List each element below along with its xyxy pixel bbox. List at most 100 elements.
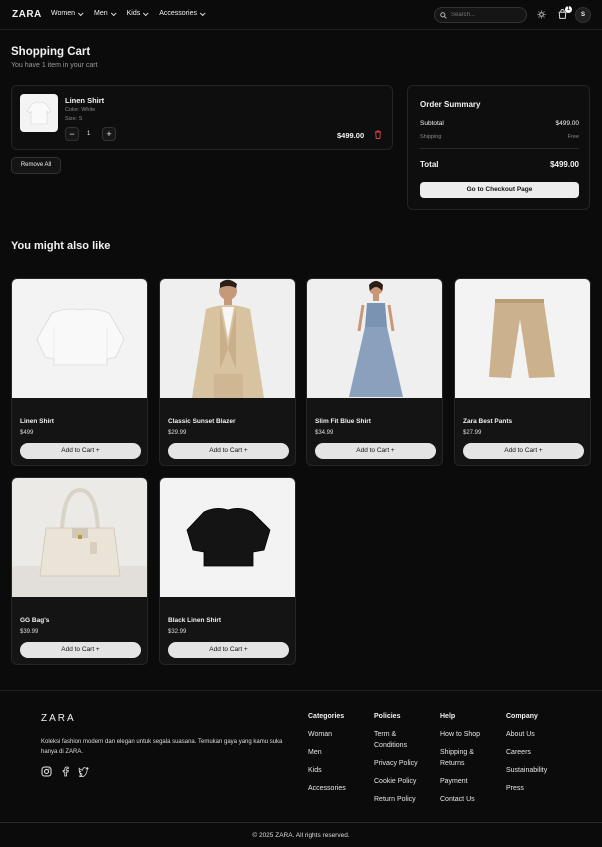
footer-col-title: Policies: [374, 713, 401, 720]
product-price: $32.99: [168, 629, 187, 635]
search-icon: [440, 11, 447, 19]
footer-logo[interactable]: ZARA: [41, 713, 76, 724]
product-price: $499: [20, 430, 34, 436]
footer-link[interactable]: Woman: [308, 729, 370, 740]
footer-col-company: Company About Us Careers Sustainability …: [506, 713, 568, 801]
product-card[interactable]: Black Linen Shirt $32.99 Add to Cart +: [159, 477, 296, 665]
top-navbar: ZARA Women Men Kids Accessories 1 S: [0, 0, 602, 30]
footer-link[interactable]: Press: [506, 783, 568, 794]
main-menu: Women Men Kids Accessories: [51, 9, 206, 17]
product-image: [12, 279, 147, 398]
cart-count-badge: 1: [565, 6, 572, 13]
product-image: [160, 478, 295, 597]
product-price: $29.99: [168, 430, 187, 436]
footer: ZARA Koleksi fashion modern dan elegan u…: [0, 690, 602, 847]
footer-link[interactable]: Payment: [440, 776, 502, 787]
product-name: Black Linen Shirt: [168, 617, 222, 624]
footer-link[interactable]: About Us: [506, 729, 568, 740]
add-to-cart-button[interactable]: Add to Cart +: [20, 642, 141, 658]
search-box[interactable]: [434, 7, 527, 23]
product-name: Slim Fit Blue Shirt: [315, 418, 371, 425]
product-price: $39.99: [20, 629, 39, 635]
product-price: $27.99: [463, 430, 482, 436]
footer-link[interactable]: Cookie Policy: [374, 776, 436, 787]
product-name: Linen Shirt: [20, 418, 54, 425]
chevron-down-icon: [143, 9, 149, 16]
shipping-row: Shipping Free: [420, 134, 579, 140]
recommend-title: You might also like: [11, 240, 111, 252]
cart-item-image: [20, 94, 58, 132]
cart-item-name[interactable]: Linen Shirt: [65, 96, 104, 105]
cart-subtitle: You have 1 item in your cart: [11, 62, 98, 69]
add-to-cart-button[interactable]: Add to Cart +: [463, 443, 584, 459]
add-to-cart-button[interactable]: Add to Cart +: [168, 443, 289, 459]
chevron-down-icon: [110, 9, 117, 16]
footer-link[interactable]: Contact Us: [440, 794, 502, 805]
search-input[interactable]: [451, 12, 521, 18]
total-value: $499.00: [550, 160, 579, 169]
total-label: Total: [420, 160, 439, 169]
quantity-increase-button[interactable]: +: [102, 127, 116, 141]
product-image: [160, 279, 295, 398]
product-name: Zara Best Pants: [463, 418, 513, 425]
order-summary-panel: Order Summary Subtotal $499.00 Shipping …: [407, 85, 590, 210]
footer-col-policies: Policies Term & Conditions Privacy Polic…: [374, 713, 436, 812]
cart-item: Linen Shirt Color: White Size: S − 1 + $…: [11, 85, 393, 150]
footer-col-help: Help How to Shop Shipping & Returns Paym…: [440, 713, 502, 812]
shirt-image: [26, 101, 52, 125]
theme-toggle-icon[interactable]: [537, 10, 546, 19]
order-summary-title: Order Summary: [420, 100, 481, 109]
footer-col-title: Categories: [308, 713, 345, 720]
cart-item-size: Size: S: [65, 116, 83, 122]
instagram-icon[interactable]: [41, 766, 52, 777]
footer-link[interactable]: Sustainability: [506, 765, 568, 776]
footer-link[interactable]: Accessories: [308, 783, 370, 794]
footer-link[interactable]: Term & Conditions: [374, 729, 422, 751]
page-title: Shopping Cart: [11, 46, 91, 58]
quantity-decrease-button[interactable]: −: [65, 127, 79, 141]
product-card[interactable]: Classic Sunset Blazer $29.99 Add to Cart…: [159, 278, 296, 466]
chevron-down-icon: [199, 9, 206, 16]
subtotal-row: Subtotal $499.00: [420, 120, 579, 127]
menu-men[interactable]: Men: [94, 9, 117, 17]
checkout-button[interactable]: Go to Checkout Page: [420, 182, 579, 198]
subtotal-value: $499.00: [555, 120, 580, 127]
subtotal-label: Subtotal: [420, 120, 444, 127]
product-image: [307, 279, 442, 398]
footer-link[interactable]: How to Shop: [440, 729, 502, 740]
product-image: [455, 279, 590, 398]
add-to-cart-button[interactable]: Add to Cart +: [20, 443, 141, 459]
add-to-cart-button[interactable]: Add to Cart +: [315, 443, 436, 459]
brand-logo[interactable]: ZARA: [12, 9, 42, 20]
menu-accessories[interactable]: Accessories: [159, 9, 206, 17]
product-card[interactable]: Linen Shirt $499 Add to Cart +: [11, 278, 148, 466]
shipping-label: Shipping: [420, 134, 442, 140]
add-to-cart-button[interactable]: Add to Cart +: [168, 642, 289, 658]
remove-all-button[interactable]: Remove All: [11, 157, 61, 174]
product-image: [12, 478, 147, 597]
footer-link[interactable]: Kids: [308, 765, 370, 776]
cart-item-color: Color: White: [65, 107, 96, 113]
menu-women[interactable]: Women: [51, 9, 84, 17]
product-card[interactable]: Zara Best Pants $27.99 Add to Cart +: [454, 278, 591, 466]
divider: [420, 148, 579, 149]
footer-link[interactable]: Return Policy: [374, 794, 436, 805]
user-avatar[interactable]: S: [575, 7, 591, 23]
total-row: Total $499.00: [420, 160, 579, 169]
menu-kids[interactable]: Kids: [127, 9, 149, 17]
facebook-icon[interactable]: [60, 766, 71, 777]
product-card[interactable]: Slim Fit Blue Shirt $34.99 Add to Cart +: [306, 278, 443, 466]
product-name: GG Bag's: [20, 617, 50, 624]
footer-link[interactable]: Privacy Policy: [374, 758, 436, 769]
twitter-icon[interactable]: [78, 766, 89, 777]
footer-divider: [0, 822, 602, 823]
footer-link[interactable]: Shipping & Returns: [440, 747, 485, 769]
quantity-value: 1: [87, 131, 91, 137]
footer-link[interactable]: Careers: [506, 747, 568, 758]
product-card[interactable]: GG Bag's $39.99 Add to Cart +: [11, 477, 148, 665]
footer-link[interactable]: Men: [308, 747, 370, 758]
footer-col-categories: Categories Woman Men Kids Accessories: [308, 713, 370, 801]
chevron-down-icon: [77, 9, 84, 16]
trash-icon[interactable]: [374, 130, 382, 139]
footer-col-title: Help: [440, 713, 456, 720]
